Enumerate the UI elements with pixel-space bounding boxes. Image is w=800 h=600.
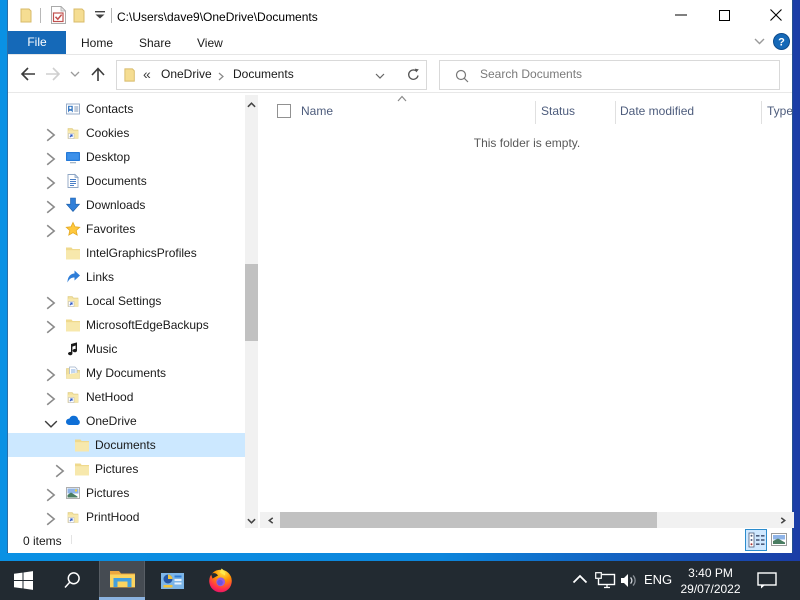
svg-text:?: ?: [778, 37, 785, 49]
